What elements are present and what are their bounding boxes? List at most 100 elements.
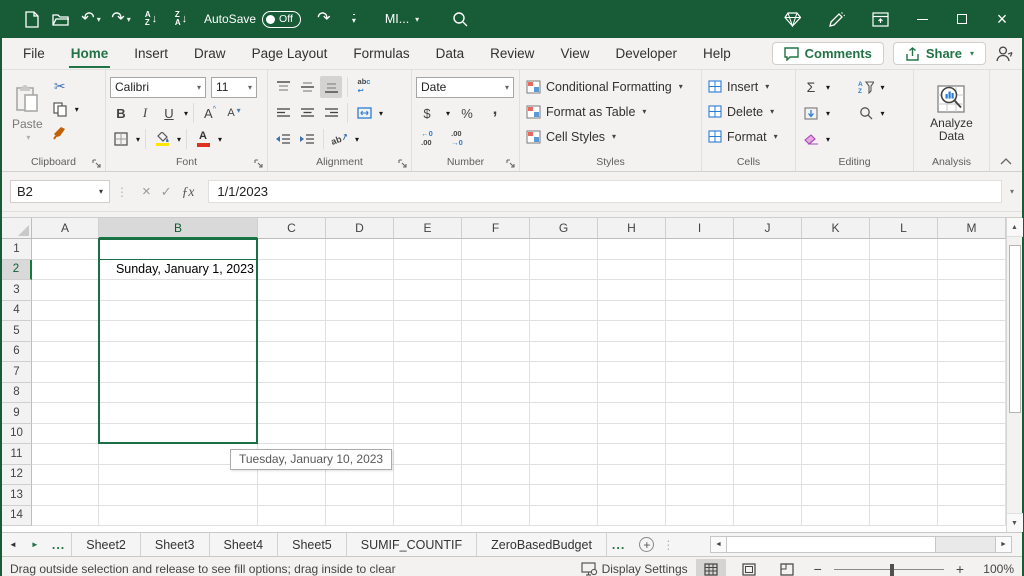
cell-J13[interactable]	[734, 485, 802, 506]
cell-F1[interactable]	[462, 239, 530, 260]
orientation-button[interactable]: ab↗	[329, 128, 351, 150]
cell-F2[interactable]	[462, 260, 530, 281]
previous-sheet-button[interactable]: ◄	[2, 540, 24, 549]
cell-C10[interactable]	[258, 424, 326, 445]
cell-G13[interactable]	[530, 485, 598, 506]
scroll-up-button[interactable]: ▲	[1007, 218, 1023, 237]
cell-A6[interactable]	[32, 342, 99, 363]
cell-E14[interactable]	[394, 506, 462, 527]
scroll-left-button[interactable]: ◄	[710, 536, 727, 553]
cell-G11[interactable]	[530, 444, 598, 465]
ribbon-tab-draw[interactable]: Draw	[181, 40, 239, 68]
open-file-icon[interactable]	[46, 4, 76, 34]
borders-button[interactable]	[110, 128, 132, 150]
cell-J9[interactable]	[734, 403, 802, 424]
sort-filter-dropdown-icon[interactable]: ▾	[881, 83, 885, 92]
cell-J1[interactable]	[734, 239, 802, 260]
cell-G4[interactable]	[530, 301, 598, 322]
cell-L5[interactable]	[870, 321, 938, 342]
cell-D9[interactable]	[326, 403, 394, 424]
row-header-7[interactable]: 7	[2, 362, 32, 383]
ribbon-tab-view[interactable]: View	[547, 40, 602, 68]
zoom-level[interactable]: 100%	[976, 562, 1014, 576]
sheets-overflow-left[interactable]: ...	[46, 538, 71, 552]
cell-K4[interactable]	[802, 301, 870, 322]
column-header-h[interactable]: H	[598, 218, 666, 239]
cell-C7[interactable]	[258, 362, 326, 383]
cell-J4[interactable]	[734, 301, 802, 322]
cell-G14[interactable]	[530, 506, 598, 527]
fill-dropdown-icon[interactable]: ▾	[826, 109, 830, 118]
cell-G6[interactable]	[530, 342, 598, 363]
cell-J12[interactable]	[734, 465, 802, 486]
italic-button[interactable]: I	[134, 102, 156, 124]
ribbon-tab-home[interactable]: Home	[58, 40, 122, 68]
share-button[interactable]: Share ▾	[893, 42, 986, 65]
cell-B7[interactable]	[99, 362, 258, 383]
ribbon-tab-insert[interactable]: Insert	[121, 40, 181, 68]
cell-A1[interactable]	[32, 239, 99, 260]
cell-C1[interactable]	[258, 239, 326, 260]
cell-A9[interactable]	[32, 403, 99, 424]
number-format-select[interactable]: Date ▾	[416, 77, 514, 98]
sheets-overflow-right[interactable]: ...	[606, 538, 631, 552]
cell-J7[interactable]	[734, 362, 802, 383]
cell-D10[interactable]	[326, 424, 394, 445]
cell-E10[interactable]	[394, 424, 462, 445]
center-button[interactable]	[296, 102, 318, 124]
column-header-g[interactable]: G	[530, 218, 598, 239]
cell-C14[interactable]	[258, 506, 326, 527]
cell-A7[interactable]	[32, 362, 99, 383]
cell-D3[interactable]	[326, 280, 394, 301]
cell-D4[interactable]	[326, 301, 394, 322]
cell-G5[interactable]	[530, 321, 598, 342]
zoom-out-button[interactable]: −	[810, 561, 826, 576]
bold-button[interactable]: B	[110, 102, 132, 124]
page-break-preview-button[interactable]	[772, 559, 802, 576]
cell-C8[interactable]	[258, 383, 326, 404]
redo-button[interactable]: ↷ ▾	[106, 4, 136, 34]
decrease-font-size-button[interactable]: A▾	[223, 102, 245, 124]
cell-J8[interactable]	[734, 383, 802, 404]
namebox-resize-handle[interactable]: ⋮	[116, 185, 128, 199]
cell-M9[interactable]	[938, 403, 1006, 424]
cell-G2[interactable]	[530, 260, 598, 281]
row-header-4[interactable]: 4	[2, 301, 32, 322]
cell-G12[interactable]	[530, 465, 598, 486]
minimize-button[interactable]	[902, 0, 942, 38]
decrease-decimal-button[interactable]: .00→0	[446, 128, 468, 150]
sheet-tab-sheet3[interactable]: Sheet3	[140, 533, 210, 556]
cell-C4[interactable]	[258, 301, 326, 322]
cell-A10[interactable]	[32, 424, 99, 445]
cell-M6[interactable]	[938, 342, 1006, 363]
bottom-align-button[interactable]	[320, 76, 342, 98]
cell-G10[interactable]	[530, 424, 598, 445]
cell-M12[interactable]	[938, 465, 1006, 486]
accounting-dropdown-icon[interactable]: ▾	[446, 109, 450, 118]
name-box-dropdown-icon[interactable]: ▾	[99, 187, 103, 196]
analyze-data-button[interactable]: Analyze Data	[924, 74, 979, 153]
cell-M4[interactable]	[938, 301, 1006, 322]
editing-mode-button[interactable]	[814, 4, 858, 34]
ribbon-tab-review[interactable]: Review	[477, 40, 547, 68]
zoom-slider[interactable]	[834, 569, 944, 570]
cell-F9[interactable]	[462, 403, 530, 424]
sheet-tab-sheet5[interactable]: Sheet5	[277, 533, 347, 556]
cell-B3[interactable]	[99, 280, 258, 301]
cell-C2[interactable]	[258, 260, 326, 281]
cell-F12[interactable]	[462, 465, 530, 486]
borders-dropdown-icon[interactable]: ▾	[136, 135, 140, 144]
ribbon-tab-help[interactable]: Help	[690, 40, 744, 68]
cell-H11[interactable]	[598, 444, 666, 465]
cell-A3[interactable]	[32, 280, 99, 301]
row-header-10[interactable]: 10	[2, 424, 32, 445]
zoom-in-button[interactable]: +	[952, 561, 968, 576]
horizontal-scroll-track[interactable]	[727, 536, 995, 553]
cell-F3[interactable]	[462, 280, 530, 301]
cell-B8[interactable]	[99, 383, 258, 404]
sheetbar-resize-handle[interactable]: ⋮	[662, 538, 674, 552]
cell-D1[interactable]	[326, 239, 394, 260]
row-header-2[interactable]: 2	[2, 260, 32, 281]
cell-C6[interactable]	[258, 342, 326, 363]
cell-D2[interactable]	[326, 260, 394, 281]
